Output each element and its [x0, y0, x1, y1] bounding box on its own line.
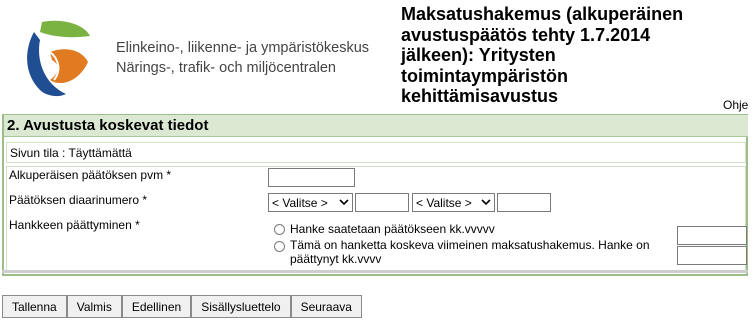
diary-number-input-2[interactable]	[497, 193, 551, 212]
org-name-fi: Elinkeino-, liikenne- ja ympäristökeskus	[116, 40, 370, 56]
original-decision-date-label: Alkuperäisen päätöksen pvm *	[9, 168, 172, 182]
ready-button[interactable]: Valmis	[66, 295, 122, 318]
project-end-radio-final[interactable]	[274, 241, 285, 252]
chevron-down-icon	[481, 199, 491, 206]
decision-diary-number-label: Päätöksen diaarinumero *	[9, 193, 148, 207]
grant-info-section: 2. Avustusta koskevat tiedot Sivun tila …	[2, 114, 748, 276]
help-link[interactable]: Ohje	[723, 98, 748, 112]
original-decision-date-input[interactable]	[268, 168, 355, 187]
chevron-down-icon	[339, 199, 349, 206]
table-of-contents-button[interactable]: Sisällysluettelo	[191, 295, 291, 318]
section-title: 2. Avustusta koskevat tiedot	[7, 117, 209, 134]
diary-number-select-2-value: < Valitse >	[416, 196, 472, 210]
diary-number-select-1[interactable]: < Valitse >	[268, 193, 353, 212]
section-bottom-bar	[2, 270, 748, 273]
form-title: Maksatushakemus (alkuperäinen avustuspää…	[401, 4, 684, 106]
page-status: Sivun tila : Täyttämättä	[10, 146, 132, 160]
section-header: 2. Avustusta koskevat tiedot	[4, 115, 748, 137]
project-end-input-1[interactable]	[677, 226, 747, 245]
previous-button[interactable]: Edellinen	[121, 295, 192, 318]
save-button[interactable]: Tallenna	[2, 295, 67, 318]
organization-name: Elinkeino-, liikenne- ja ympäristökeskus…	[116, 38, 369, 78]
project-end-option-final-label: Tämä on hanketta koskeva viimeinen maksa…	[290, 238, 650, 266]
diary-number-select-1-value: < Valitse >	[272, 196, 328, 210]
project-end-input-2[interactable]	[677, 246, 747, 265]
form-buttons: Tallenna Valmis Edellinen Sisällysluette…	[2, 295, 362, 318]
ely-logo	[27, 20, 90, 97]
project-end-option-ongoing-label: Hanke saatetaan päätökseen kk.vvvvv	[290, 222, 495, 236]
project-end-radio-ongoing[interactable]	[274, 224, 285, 235]
page-status-row: Sivun tila : Täyttämättä	[6, 142, 746, 163]
org-name-sv: Närings-, trafik- och miljöcentralen	[116, 60, 336, 76]
next-button[interactable]: Seuraava	[290, 295, 362, 318]
project-end-label: Hankkeen päättyminen *	[9, 218, 140, 232]
diary-number-input-1[interactable]	[355, 193, 409, 212]
diary-number-select-2[interactable]: < Valitse >	[412, 193, 495, 212]
